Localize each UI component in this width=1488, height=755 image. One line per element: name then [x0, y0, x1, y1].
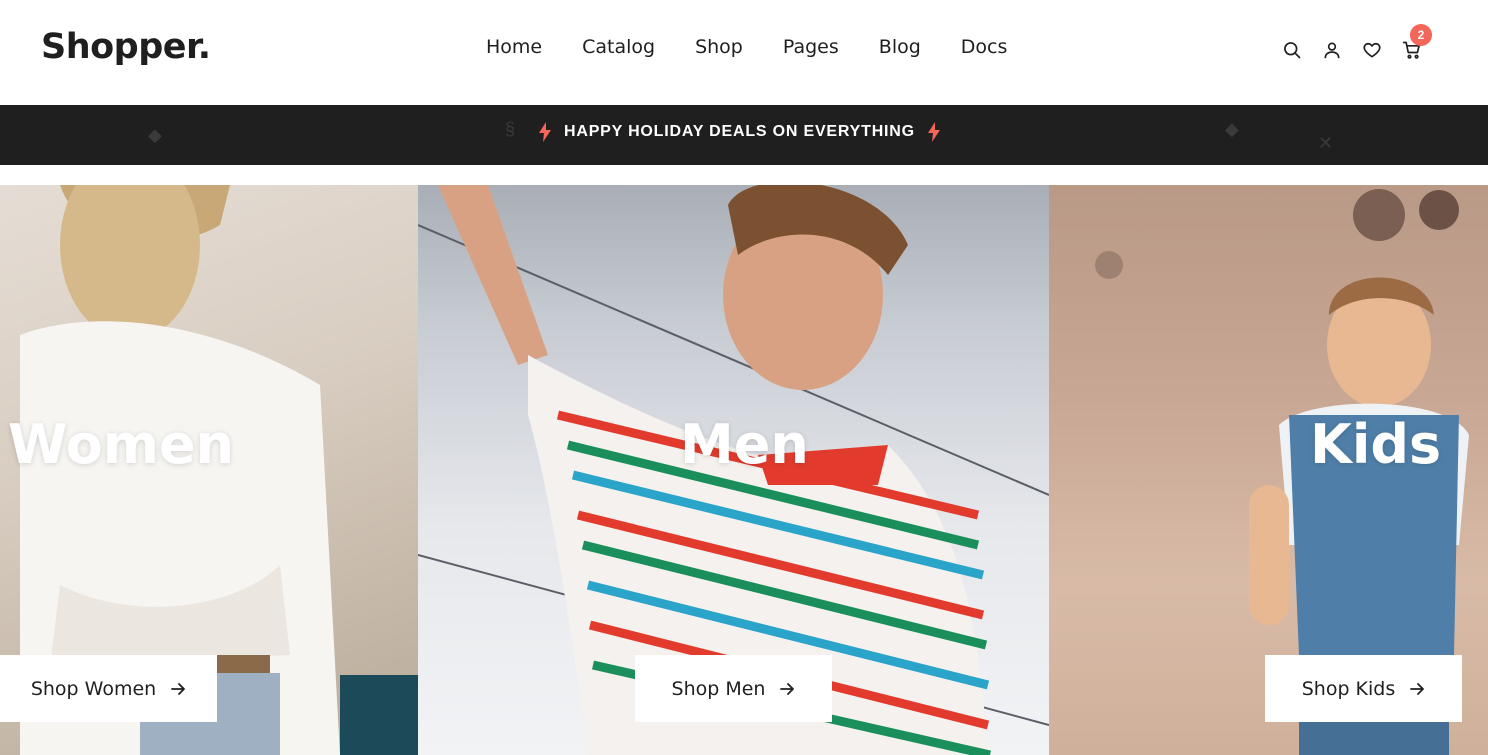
- nav-catalog[interactable]: Catalog: [562, 36, 675, 58]
- sparkle-icon: ◆: [1225, 119, 1239, 139]
- site-header: Shopper. Home Catalog Shop Pages Blog Do…: [0, 0, 1488, 105]
- category-grid: Women Shop Women Men Shop Men Kids Shop …: [0, 185, 1488, 755]
- category-tile-men[interactable]: Men Shop Men: [418, 185, 1049, 755]
- shop-men-label: Shop Men: [671, 677, 766, 700]
- cart-button[interactable]: 2: [1392, 24, 1432, 64]
- wishlist-button[interactable]: [1352, 36, 1392, 64]
- wall-shadow: [340, 675, 418, 755]
- category-tile-kids[interactable]: Kids Shop Kids: [1049, 185, 1488, 755]
- arrow-right-icon: [780, 682, 795, 695]
- shop-men-button[interactable]: Shop Men: [635, 655, 832, 722]
- arrow-right-icon: [171, 682, 186, 695]
- cart-count-badge: 2: [1410, 24, 1432, 46]
- main-nav: Home Catalog Shop Pages Blog Docs: [466, 36, 1027, 58]
- sparkle-icon: ◆: [148, 125, 162, 145]
- shop-kids-button[interactable]: Shop Kids: [1265, 655, 1462, 722]
- nav-home[interactable]: Home: [466, 36, 562, 58]
- shop-women-label: Shop Women: [30, 677, 157, 700]
- shop-women-button[interactable]: Shop Women: [0, 655, 217, 722]
- lightning-icon: [927, 122, 941, 142]
- category-title-men: Men: [680, 413, 809, 476]
- nav-docs[interactable]: Docs: [941, 36, 1028, 58]
- promo-content[interactable]: HAPPY HOLIDAY DEALS ON EVERYTHING: [538, 122, 941, 142]
- site-logo[interactable]: Shopper.: [41, 27, 211, 67]
- cross-icon: ✕: [1318, 133, 1334, 153]
- nav-shop[interactable]: Shop: [675, 36, 763, 58]
- search-icon: [1284, 42, 1301, 59]
- nav-blog[interactable]: Blog: [859, 36, 941, 58]
- category-tile-women[interactable]: Women Shop Women: [0, 185, 418, 755]
- search-button[interactable]: [1272, 36, 1312, 64]
- header-actions: 2: [1272, 24, 1432, 64]
- heart-icon: [1363, 42, 1381, 58]
- user-icon: [1324, 42, 1340, 59]
- squiggle-icon: §: [505, 119, 516, 139]
- shop-kids-label: Shop Kids: [1301, 677, 1396, 700]
- promo-text: HAPPY HOLIDAY DEALS ON EVERYTHING: [564, 123, 915, 140]
- account-button[interactable]: [1312, 36, 1352, 64]
- arrow-right-icon: [1410, 682, 1425, 695]
- nav-pages[interactable]: Pages: [763, 36, 859, 58]
- promo-bar: ◆ § ◆ ✕ HAPPY HOLIDAY DEALS ON EVERYTHIN…: [0, 105, 1488, 165]
- category-title-women: Women: [8, 413, 235, 476]
- category-title-kids: Kids: [1310, 413, 1442, 476]
- lightning-icon: [538, 122, 552, 142]
